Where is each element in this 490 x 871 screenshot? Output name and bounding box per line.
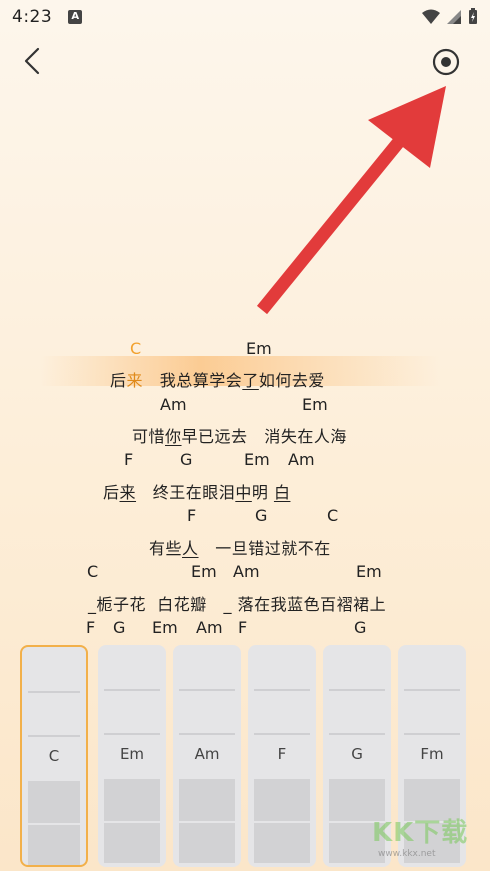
- chord-key-label: Am: [194, 745, 220, 763]
- lyric-segment: 终王在眼泪: [152, 483, 236, 502]
- lyric-line: 后来 我总算学会了如何去爱: [110, 367, 325, 391]
- wifi-icon: [422, 9, 440, 24]
- chord-label: G: [180, 450, 193, 469]
- chord-key-em[interactable]: Em: [98, 645, 166, 867]
- lyric-line: 后来 终王在眼泪中明 白: [103, 479, 290, 503]
- chord-label: F: [187, 506, 197, 525]
- chord-label: Em: [244, 450, 270, 469]
- chord-key-label: Em: [119, 745, 145, 763]
- chord-label: Em: [246, 339, 272, 358]
- chord-label: Am: [288, 450, 315, 469]
- lyric-segment: 早已远去: [181, 427, 248, 446]
- chord-label: G: [113, 618, 126, 637]
- chord-key-label: F: [277, 745, 287, 763]
- chord-key-c[interactable]: C: [20, 645, 88, 867]
- lyric-segment: 了: [242, 371, 259, 390]
- chord-label: F: [238, 618, 248, 637]
- watermark-brand: KK下载: [372, 818, 469, 848]
- watermark: KK下载 www.kkx.net: [372, 812, 482, 868]
- chord-label: G: [255, 506, 268, 525]
- chord-label: G: [354, 618, 367, 637]
- chord-key-label: C: [48, 747, 60, 765]
- lyric-segment: 落在我蓝色百褶裙上: [237, 595, 387, 614]
- lyric-segment: 消失在人海: [264, 427, 347, 446]
- lyric-segment: 如何去爱: [258, 371, 325, 390]
- lyric-segment-active: 来: [126, 371, 144, 390]
- chord-key-am[interactable]: Am: [173, 645, 241, 867]
- lyric-line: 可惜你早已远去 消失在人海: [132, 423, 347, 447]
- lyric-segment: _栀子花: [88, 595, 147, 614]
- lyric-segment: 人: [182, 539, 199, 558]
- lyric-segment: 后: [110, 371, 127, 390]
- lyric-segment: 可惜: [132, 427, 166, 446]
- lyric-segment: 你: [165, 427, 182, 446]
- chord-label: C: [327, 506, 339, 525]
- lyric-segment: 一旦错过就不在: [215, 539, 331, 558]
- chord-label: Em: [152, 618, 178, 637]
- chord-label: C: [130, 339, 142, 358]
- lyric-segment: 中: [235, 483, 252, 502]
- status-time: 4:23: [12, 7, 53, 27]
- battery-icon: [469, 8, 477, 24]
- chord-label: Am: [233, 562, 260, 581]
- lyric-segment: 来: [119, 483, 137, 502]
- chord-label: Am: [196, 618, 223, 637]
- lyric-line: _栀子花 白花瓣 _ 落在我蓝色百褶裙上: [88, 591, 386, 615]
- chord-key-label: G: [351, 745, 363, 763]
- watermark-url: www.kkx.net: [378, 849, 436, 859]
- chord-label: Em: [302, 395, 328, 414]
- notification-icon: A: [68, 10, 83, 24]
- chord-label: Am: [160, 395, 187, 414]
- lyric-segment: _: [223, 595, 232, 614]
- back-button[interactable]: [18, 46, 48, 76]
- signal-icon: [447, 9, 461, 24]
- chord-label: F: [86, 618, 96, 637]
- chord-label: Em: [356, 562, 382, 581]
- lyric-segment: 白: [273, 483, 291, 502]
- lyric-segment: 有些: [149, 539, 183, 558]
- chord-label: C: [87, 562, 99, 581]
- chord-key-label: Fm: [420, 745, 444, 763]
- lyric-segment: 我总算学会: [159, 371, 243, 390]
- chord-key-f[interactable]: F: [248, 645, 316, 867]
- status-bar: 4:23 A: [0, 0, 490, 34]
- chevron-left-icon: [24, 47, 40, 75]
- status-icons: [422, 8, 478, 25]
- annotation-arrow-icon: [256, 86, 446, 315]
- lyric-segment: 白花瓣: [157, 595, 207, 614]
- lyric-line: 有些人 一旦错过就不在: [149, 535, 331, 559]
- chord-label: Em: [191, 562, 217, 581]
- lyric-segment: 后: [103, 483, 120, 502]
- record-icon: [432, 48, 460, 76]
- record-button[interactable]: [430, 46, 462, 78]
- lyric-segment: 明: [251, 483, 269, 502]
- chord-label: F: [124, 450, 134, 469]
